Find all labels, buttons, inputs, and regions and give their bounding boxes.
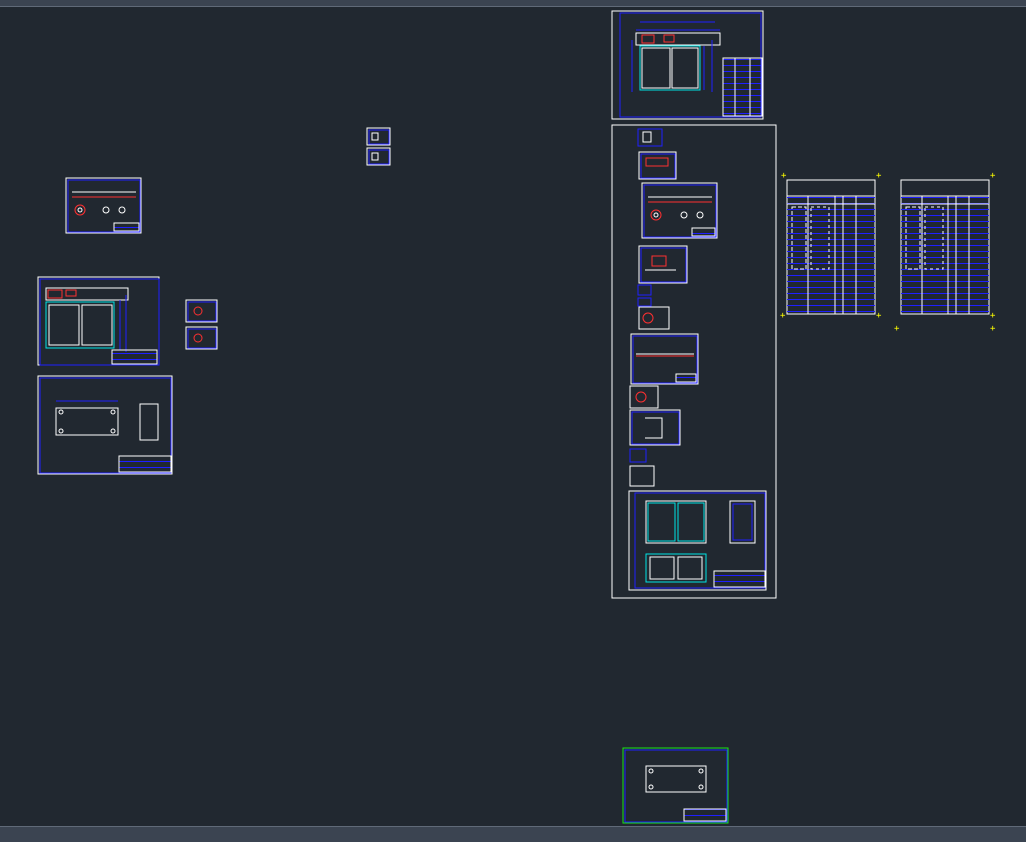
svg-text:+: +	[876, 311, 882, 321]
sheet-parts-list-table-1[interactable]: + + + +	[780, 171, 882, 321]
sheet-plate-left[interactable]	[37, 375, 173, 475]
svg-text:+: +	[990, 324, 996, 334]
sheet-thumbnail-pair-center[interactable]	[366, 127, 391, 166]
sheet-parts-layout-column[interactable]	[611, 124, 777, 599]
sheet-parts-list-table-2[interactable]: + + + +	[894, 171, 996, 334]
svg-text:+: +	[781, 171, 787, 181]
sheet-thumbnail-pair-left[interactable]	[185, 299, 218, 350]
svg-text:+: +	[894, 324, 900, 334]
svg-text:+: +	[990, 171, 996, 181]
top-ribbon-edge	[0, 0, 1026, 7]
sheet-assembly-left[interactable]	[37, 276, 160, 366]
cad-model-space[interactable]: + + + + + + + +	[0, 7, 1026, 826]
status-bar-edge	[0, 826, 1026, 842]
sheet-assembly-top-right[interactable]	[611, 10, 764, 120]
svg-text:+: +	[990, 311, 996, 321]
svg-text:+: +	[876, 171, 882, 181]
sheet-detail-small-left[interactable]	[65, 177, 142, 234]
svg-text:+: +	[780, 311, 786, 321]
sheet-plate-selected[interactable]	[622, 747, 729, 824]
